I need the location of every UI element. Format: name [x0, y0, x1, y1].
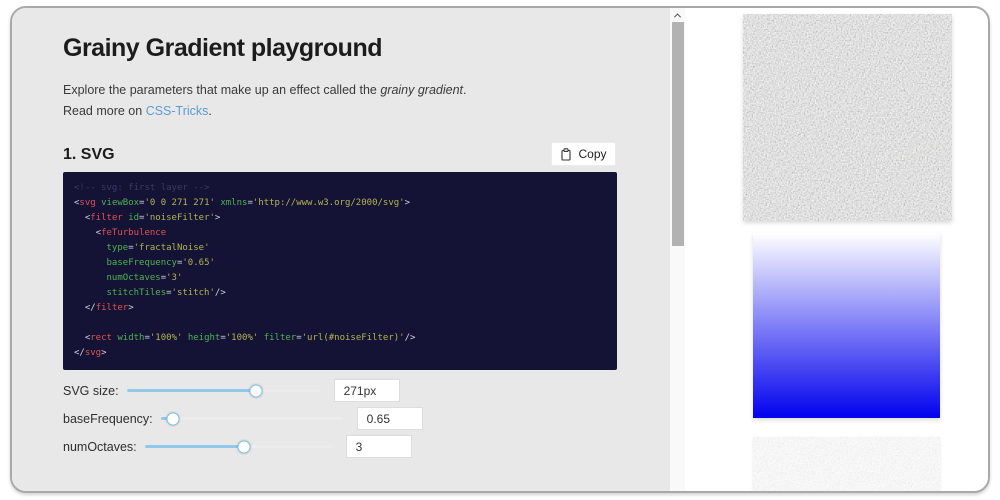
combined-preview-square: [753, 437, 940, 493]
code-line: [74, 316, 606, 331]
code-line: type='fractalNoise': [74, 241, 606, 256]
code-line: <feTurbulence: [74, 226, 606, 241]
code-block: <!-- svg: first layer --><svg viewBox='0…: [63, 172, 617, 370]
code-line: <!-- svg: first layer -->: [74, 181, 606, 196]
clipboard-icon: [560, 148, 572, 161]
code-line: </filter>: [74, 301, 606, 316]
gradient-preview-square: [753, 233, 940, 418]
css-tricks-link[interactable]: CSS-Tricks: [146, 104, 209, 118]
copy-button-label: Copy: [578, 147, 606, 161]
main-content: Grainy Gradient playground Explore the p…: [12, 8, 670, 491]
intro-emphasis: grainy gradient: [380, 83, 463, 97]
noise-preview-square: [743, 14, 952, 221]
code-line: numOctaves='3': [74, 271, 606, 286]
slider-thumb[interactable]: [237, 440, 250, 453]
control-row-numoctaves: numOctaves:: [63, 435, 543, 458]
value-input[interactable]: [346, 435, 412, 458]
slider-thumb[interactable]: [249, 384, 262, 397]
browser-frame: Grainy Gradient playground Explore the p…: [10, 6, 990, 493]
preview-panel: [685, 8, 988, 491]
intro-line2: Read more on CSS-Tricks.: [63, 104, 212, 118]
range-slider[interactable]: [145, 439, 332, 455]
slider-fill: [127, 389, 256, 392]
vertical-scrollbar[interactable]: [670, 8, 685, 491]
scrollbar-thumb[interactable]: [672, 22, 684, 246]
control-label: baseFrequency:: [63, 412, 153, 426]
control-row-svgsize: SVG size:: [63, 379, 543, 402]
value-input[interactable]: [357, 407, 423, 430]
code-line: <rect width='100%' height='100%' filter=…: [74, 331, 606, 346]
control-label: numOctaves:: [63, 440, 137, 454]
slider-track[interactable]: [161, 417, 343, 420]
control-label: SVG size:: [63, 384, 119, 398]
slider-fill: [145, 445, 244, 448]
scrollbar-up-button[interactable]: [670, 8, 685, 22]
page-title: Grainy Gradient playground: [63, 34, 382, 63]
chevron-up-icon: [674, 13, 681, 20]
range-slider[interactable]: [161, 411, 343, 427]
slider-thumb[interactable]: [167, 412, 180, 425]
controls: SVG size: baseFrequency: numOctaves:: [63, 379, 543, 463]
code-line: <svg viewBox='0 0 271 271' xmlns='http:/…: [74, 196, 606, 211]
code-line: <filter id='noiseFilter'>: [74, 211, 606, 226]
page: Grainy Gradient playground Explore the p…: [0, 0, 1000, 500]
code-line: stitchTiles='stitch'/>: [74, 286, 606, 301]
section-heading-svg: 1. SVG: [63, 146, 115, 164]
range-slider[interactable]: [127, 383, 320, 399]
code-line: </svg>: [74, 346, 606, 361]
intro-line1: Explore the parameters that make up an e…: [63, 83, 467, 97]
control-row-basefrequency: baseFrequency:: [63, 407, 543, 430]
value-input[interactable]: [334, 379, 400, 402]
intro-paragraph: Explore the parameters that make up an e…: [63, 80, 467, 122]
code-line: baseFrequency='0.65': [74, 256, 606, 271]
copy-button[interactable]: Copy: [551, 142, 616, 166]
